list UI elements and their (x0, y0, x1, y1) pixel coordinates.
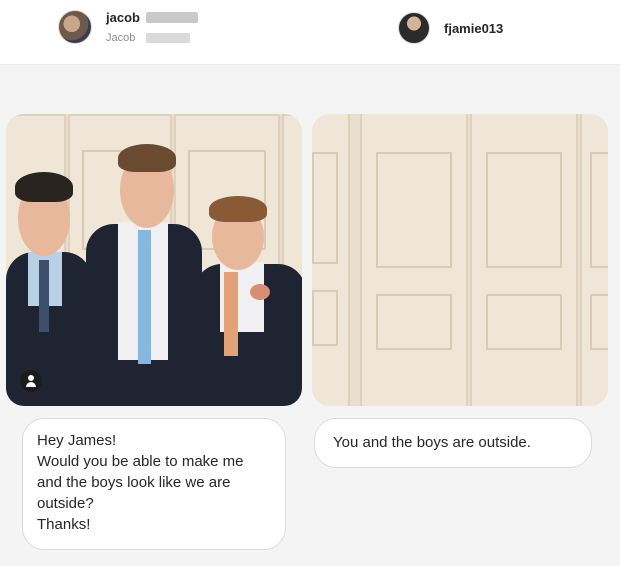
boutonniere (250, 284, 270, 300)
wall-panel (312, 114, 350, 406)
wall-panel-molding (590, 294, 608, 350)
fjamie013-username[interactable]: fjamie013 (444, 21, 503, 36)
wall-panel (282, 114, 302, 284)
jacob-avatar[interactable] (58, 10, 92, 44)
wall-panel-molding (312, 152, 338, 264)
wall-panel (360, 114, 468, 406)
original-photo[interactable] (6, 114, 302, 406)
wall-panel (580, 114, 608, 406)
wall-panel-molding (486, 152, 562, 268)
edited-photo[interactable] (312, 114, 608, 406)
jacob-username[interactable]: jacob (106, 10, 140, 25)
wall-panel-molding (486, 294, 562, 350)
jacob-display-name: Jacob (106, 32, 136, 44)
reply-message-bubble: You and the boys are outside. (314, 418, 592, 468)
wall-panel-molding (376, 152, 452, 268)
wall-panel (470, 114, 578, 406)
fjamie013-avatar[interactable] (398, 12, 430, 44)
username-redaction (146, 12, 198, 23)
wall-panel-molding (312, 290, 338, 346)
wall-panel-molding (376, 294, 452, 350)
wall-panel-molding (590, 152, 608, 268)
request-message-bubble: Hey James! Would you be able to make me … (22, 418, 286, 550)
person-tag-icon[interactable] (20, 370, 42, 392)
conversation-header (0, 0, 620, 65)
display-name-redaction (146, 33, 190, 43)
